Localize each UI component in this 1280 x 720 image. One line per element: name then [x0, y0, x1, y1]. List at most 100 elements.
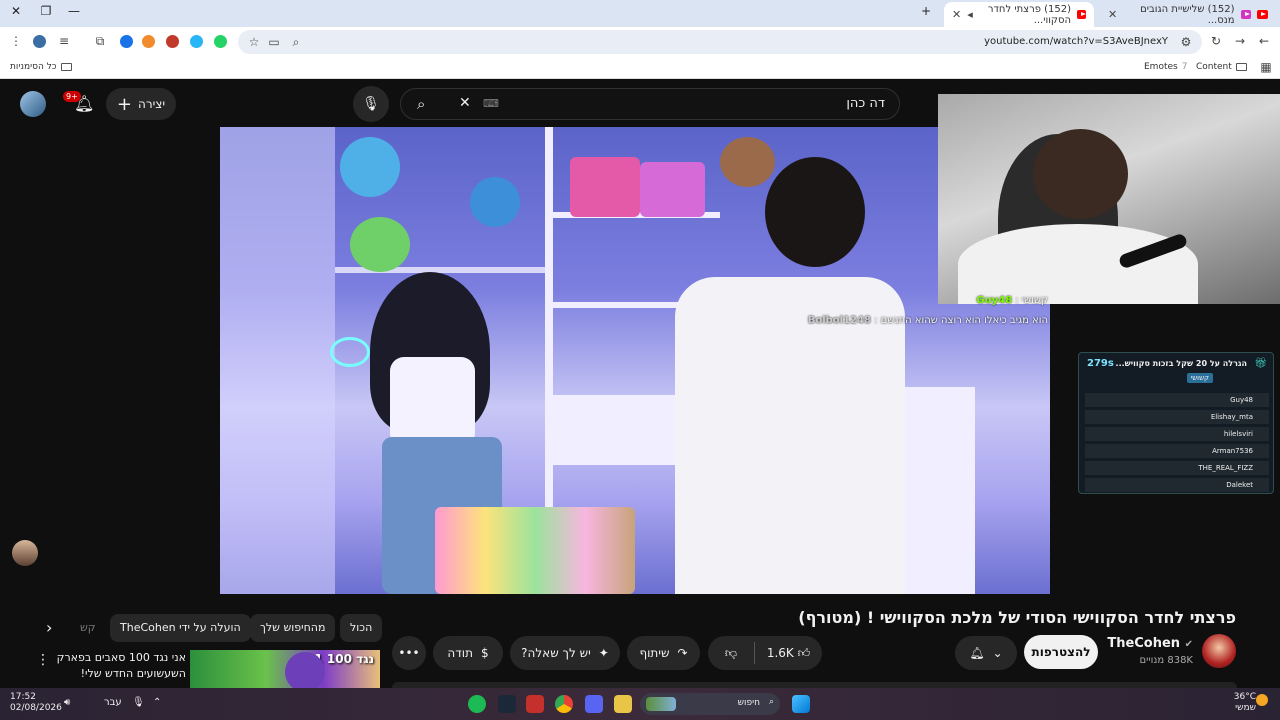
more-actions-button[interactable]: ••• — [392, 636, 426, 670]
close-window-button[interactable]: ✕ — [6, 4, 26, 18]
all-bookmarks-button[interactable]: כל הסימניות — [10, 62, 72, 72]
media-icon[interactable]: ≡ — [56, 34, 72, 48]
microphone-icon[interactable]: 🎙︎ — [132, 697, 145, 708]
search-box[interactable]: ⌕ ✕ ⌨ דה כהן — [400, 88, 900, 120]
clear-search-icon[interactable]: ✕ — [459, 95, 471, 111]
close-tab-icon[interactable]: ✕ — [952, 8, 961, 21]
youtube-favicon-icon — [1257, 10, 1268, 19]
taskbar-search[interactable]: חיפוש ⌕ — [640, 693, 780, 715]
giveaway-entry: Guy48 — [1085, 393, 1269, 407]
volume-icon[interactable]: 🔊︎ — [64, 697, 70, 708]
chip-from-search[interactable]: מהחיפוש שלך — [250, 614, 336, 642]
notification-pref-button[interactable]: ⌄ 🔔︎ — [955, 636, 1017, 670]
chip-all[interactable]: הכול — [340, 614, 383, 642]
webcam-shirt — [958, 224, 1198, 304]
discord-icon[interactable] — [585, 695, 603, 713]
language-indicator[interactable]: עבר — [104, 697, 122, 708]
apps-grid-icon[interactable]: ▦ — [1258, 60, 1274, 74]
clock[interactable]: 17:52 02/08/2026 — [10, 692, 62, 714]
weather-condition: שמשי — [1235, 703, 1256, 713]
bookmark-star-icon[interactable]: ☆ — [246, 35, 262, 49]
url-text: youtube.com/watch?v=S3AveBJnexY — [984, 36, 1168, 47]
chevron-up-icon[interactable]: ⌃ — [153, 697, 161, 708]
sun-icon — [1256, 694, 1268, 706]
bookmark-content[interactable]: Content — [1196, 62, 1247, 72]
share-button[interactable]: ↷ שיתוף — [627, 636, 700, 670]
windows-start-icon[interactable] — [792, 695, 810, 713]
chevron-down-icon: ⌄ — [992, 646, 1003, 660]
dislike-button[interactable]: 👎︎ — [708, 646, 754, 661]
thanks-button[interactable]: $ תודה — [433, 636, 503, 670]
create-button[interactable]: יצירה + — [106, 88, 176, 120]
bell-icon: 🔔︎ — [969, 646, 985, 660]
chevron-right-icon[interactable]: › — [46, 618, 52, 637]
search-input[interactable]: דה כהן — [846, 96, 885, 111]
reload-icon[interactable]: ↻ — [1208, 34, 1224, 48]
close-tab-icon[interactable]: ✕ — [1108, 8, 1117, 21]
chat-username: Guy48 — [976, 295, 1013, 306]
channel-avatar[interactable] — [1202, 634, 1236, 668]
giveaway-entry: hilelsviri — [1085, 427, 1269, 441]
spotify-icon[interactable] — [468, 695, 486, 713]
channel-name-text: TheCohen — [1107, 636, 1181, 651]
forward-icon[interactable]: → — [1232, 34, 1248, 48]
tab-other-video[interactable]: (152) שלישיית הגובים מנס... ✕ — [1100, 2, 1276, 27]
voice-search-button[interactable]: 🎙︎ — [353, 86, 389, 122]
video-frame-plush — [470, 177, 520, 227]
video-frame-shelf — [220, 127, 335, 594]
more-icon: ••• — [398, 646, 420, 660]
like-button[interactable]: 1.6K 👍︎ — [755, 646, 822, 661]
chrome-icon[interactable] — [555, 695, 573, 713]
extension-icon[interactable] — [142, 35, 155, 48]
extension-icon[interactable] — [120, 35, 133, 48]
weather-temp: 36°C — [1233, 692, 1256, 702]
chip-partial[interactable]: קש — [70, 614, 106, 642]
ask-button[interactable]: ✦ יש לך שאלה? — [510, 636, 620, 670]
address-bar[interactable]: ☆ ▭ ⌕ youtube.com/watch?v=S3AveBJnexY ⚙ — [238, 30, 1202, 54]
user-avatar[interactable] — [20, 91, 46, 117]
join-button[interactable]: להצטרפות — [1024, 635, 1098, 669]
chat-text: קשושי : — [1015, 295, 1048, 306]
bookmark-emotes[interactable]: Emotes 7 — [1144, 62, 1187, 72]
bell-icon[interactable]: 🔔︎ — [74, 94, 94, 113]
minimize-window-button[interactable]: — — [64, 4, 84, 18]
chip-label: הכול — [350, 621, 373, 634]
tab-title: (152) שלישיית הגובים מנס... — [1140, 3, 1235, 26]
tab-current-video[interactable]: (152) פרצתי לחדר הסקווי... ◂ ✕ — [944, 2, 1094, 27]
steam-icon[interactable] — [498, 695, 516, 713]
chip-uploaded-by[interactable]: הועלה על ידי TheCohen — [110, 614, 251, 642]
profile-avatar-icon[interactable] — [33, 35, 46, 48]
whatsapp-icon[interactable] — [214, 35, 227, 48]
video-player[interactable] — [220, 127, 1050, 594]
back-icon[interactable]: ← — [1256, 34, 1272, 48]
menu-kebab-icon[interactable]: ⋮ — [8, 34, 24, 48]
video-frame-poster — [640, 162, 705, 217]
app-icon[interactable] — [526, 695, 544, 713]
recommended-video-title[interactable]: אני נגד 100 סאבים בפארק השעשועים החדש של… — [56, 650, 186, 682]
youtube-page: 9+ 🔔︎ יצירה + 🎙︎ ⌕ ✕ ⌨ דה כהן קשושי: Gu… — [0, 80, 1280, 688]
keyboard-icon[interactable]: ⌨ — [483, 97, 499, 110]
weather-widget[interactable]: 36°C שמשי — [1234, 692, 1256, 714]
zoom-icon[interactable]: ⌕ — [288, 35, 304, 50]
giveaway-entry: Daleket — [1085, 478, 1269, 492]
file-explorer-icon[interactable] — [614, 695, 632, 713]
restore-window-button[interactable]: ❐ — [36, 4, 56, 18]
folder-icon — [1235, 63, 1247, 71]
video-frame-poster — [570, 157, 640, 217]
miniplayer-avatar[interactable] — [12, 540, 38, 566]
channel-name[interactable]: TheCohen ✔ — [1107, 636, 1193, 651]
clock-date: 02/08/2026 — [10, 703, 62, 713]
bookmark-label: Emotes — [1144, 62, 1178, 72]
site-settings-icon[interactable]: ⚙ — [1178, 35, 1194, 49]
sparkle-icon: ✦ — [598, 646, 609, 660]
search-icon[interactable]: ⌕ — [417, 95, 425, 113]
microphone-icon: 🎙︎ — [362, 96, 380, 112]
translate-icon[interactable] — [190, 35, 203, 48]
extension-icon[interactable] — [166, 35, 179, 48]
new-tab-button[interactable]: + — [916, 4, 936, 18]
extensions-icon[interactable]: ⧉ — [92, 34, 108, 49]
recommended-thumbnail[interactable]: 1 נגד 100 — [190, 650, 380, 688]
cast-icon[interactable]: ▭ — [266, 35, 282, 49]
more-vert-icon[interactable]: ⋮ — [36, 652, 50, 668]
streamer-webcam — [938, 94, 1280, 304]
